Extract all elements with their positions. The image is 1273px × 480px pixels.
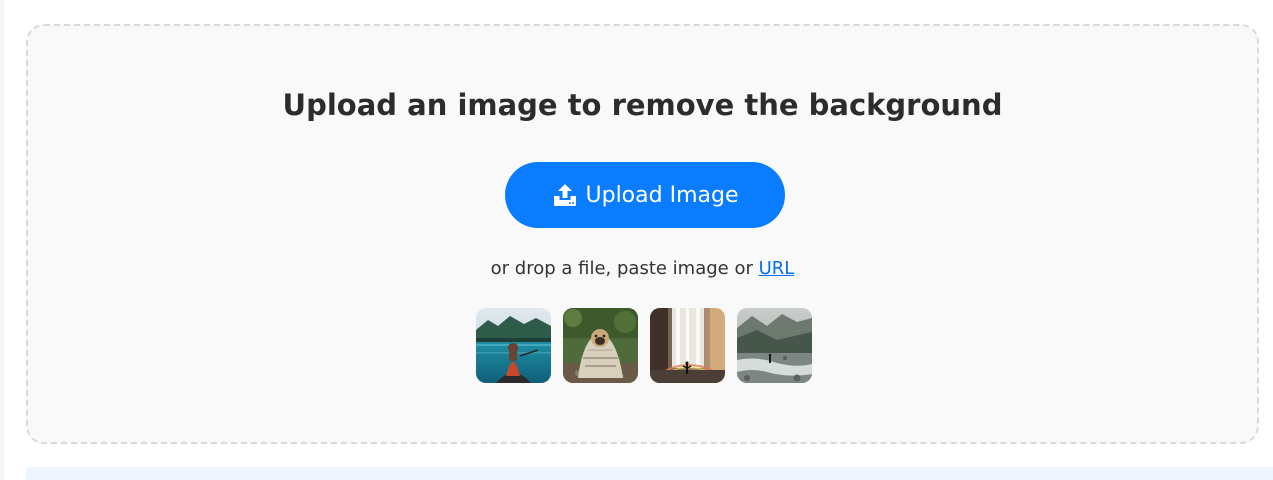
upload-button-label: Upload Image [585, 182, 739, 208]
upload-icon [552, 183, 578, 207]
sample-image-waterfall[interactable] [650, 308, 725, 383]
page: Upload an image to remove the background… [0, 0, 1273, 480]
image-drop-zone[interactable]: Upload an image to remove the background… [26, 24, 1259, 444]
upload-title: Upload an image to remove the background [282, 88, 1003, 122]
url-link[interactable]: URL [759, 258, 795, 279]
drop-hint-text: or drop a file, paste image or [490, 258, 759, 279]
upload-image-button[interactable]: Upload Image [505, 162, 785, 228]
sample-images [476, 308, 812, 383]
sample-image-dog[interactable] [563, 308, 638, 383]
left-edge [0, 0, 4, 480]
bottom-section-band [26, 467, 1273, 480]
sample-image-river[interactable] [737, 308, 812, 383]
sample-image-canoe[interactable] [476, 308, 551, 383]
drop-hint: or drop a file, paste image or URL [28, 258, 1257, 279]
